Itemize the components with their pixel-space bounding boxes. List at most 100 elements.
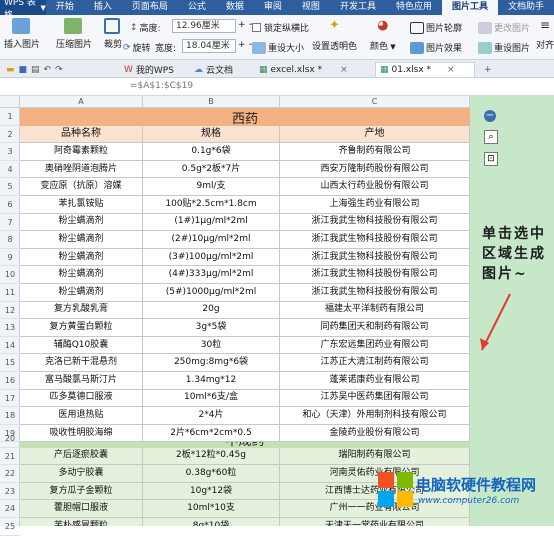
app-menu-button[interactable]: WPS 表格▼ [0, 0, 46, 21]
change-picture-button[interactable]: 更改图片 [478, 21, 530, 34]
minus-icon[interactable]: − [484, 110, 496, 122]
width-input[interactable]: 18.04厘米 [182, 39, 236, 53]
doc-tab-my-wps[interactable]: W 我的WPS [120, 62, 178, 77]
table-cell[interactable]: 8g*10袋 [143, 518, 280, 526]
row-header-2[interactable]: 2 [0, 126, 20, 144]
table-cell[interactable]: 芙朴感冒颗粒 [20, 518, 143, 526]
table-cell[interactable]: 复方乳酸乳膏 [20, 301, 143, 320]
table-cell[interactable]: 江苏正大清江制药有限公司 [280, 354, 470, 372]
row-header-11[interactable]: 11 [0, 284, 20, 302]
row-header-1[interactable]: 1 [0, 108, 20, 126]
column-a-header[interactable]: A [20, 96, 143, 108]
row-header-21[interactable]: 21 [0, 448, 20, 466]
tab-10[interactable]: 文档助手 [498, 0, 554, 15]
table-cell[interactable]: 浙江我武生物科技股份有限公司 [280, 231, 470, 249]
tab-0[interactable]: 开始 [46, 0, 84, 15]
row-header-18[interactable]: 18 [0, 407, 20, 425]
insert-picture-button[interactable]: 插入图片 [4, 18, 40, 50]
row-header-3[interactable]: 3 [0, 143, 20, 161]
reset-picture-button[interactable]: 重设图片 [478, 41, 530, 54]
compress-picture-button[interactable]: 压缩图片 [56, 18, 92, 50]
close-icon[interactable]: × [447, 65, 455, 75]
table-cell[interactable]: 上海强生药业有限公司 [280, 196, 470, 214]
table-cell[interactable]: 变应原（抗原）溶媒 [20, 178, 143, 196]
table-cell[interactable]: 克洛已新干混悬剂 [20, 354, 143, 372]
row-header-7[interactable]: 7 [0, 214, 20, 232]
table-cell[interactable]: 粉尘螨滴剂 [20, 284, 143, 302]
table-cell[interactable]: 匹多莫德口服液 [20, 389, 143, 408]
table-cell[interactable]: 苯扎氯铵贴 [20, 196, 143, 214]
formula-input[interactable]: =$A$1:$C$19 [130, 81, 193, 91]
row-header-22[interactable]: 22 [0, 465, 20, 483]
table-cell[interactable]: 浙江我武生物科技股份有限公司 [280, 284, 470, 302]
height-input[interactable]: 12.96厘米 [172, 19, 236, 33]
table-cell[interactable]: 30粒 [143, 336, 280, 355]
folder-icon[interactable]: ▬ [6, 65, 15, 75]
table-cell[interactable]: 富马酸氯马斯汀片 [20, 372, 143, 390]
crop-button[interactable]: 裁剪 [104, 18, 122, 50]
column-c-header[interactable]: C [280, 96, 470, 108]
table-cell[interactable]: 粉尘螨滴剂 [20, 248, 143, 267]
table-cell[interactable]: 产后逐瘀胶囊 [20, 447, 143, 466]
table-cell[interactable]: 250mg:8mg*6袋 [143, 354, 280, 372]
zoom-icon[interactable]: ⌕ [484, 130, 498, 144]
table-cell[interactable]: 吸收性明胶海绵 [20, 424, 143, 443]
tab-4[interactable]: 数据 [216, 0, 254, 15]
column-b-header[interactable]: B [143, 96, 280, 108]
table-cell[interactable]: 辅酶Q10胶囊 [20, 336, 143, 355]
row-header-6[interactable]: 6 [0, 196, 20, 214]
row-header-17[interactable]: 17 [0, 390, 20, 408]
table-cell[interactable]: 粉尘螨滴剂 [20, 266, 143, 284]
table-header-cell[interactable]: 品种名称 [20, 125, 143, 144]
row-header-12[interactable]: 12 [0, 302, 20, 320]
table-cell[interactable]: 江苏吴中医药集团有限公司 [280, 389, 470, 408]
row-header-23[interactable]: 23 [0, 483, 20, 501]
tab-5[interactable]: 审阅 [254, 0, 292, 15]
table-cell[interactable]: 山西太行药业股份有限公司 [280, 178, 470, 196]
table-cell[interactable]: 西安万隆制药股份有限公司 [280, 160, 470, 179]
table-cell[interactable]: 福建太平洋制药有限公司 [280, 301, 470, 320]
table-cell[interactable]: 多动宁胶囊 [20, 465, 143, 483]
row-header-15[interactable]: 15 [0, 354, 20, 372]
row-header-20[interactable]: 20 [0, 430, 20, 448]
tab-9[interactable]: 图片工具 [441, 0, 498, 15]
reset-size-button[interactable]: 重设大小 [252, 41, 304, 54]
doc-tab-01[interactable]: ▦ 01.xlsx * × [375, 62, 475, 77]
table-cell[interactable]: 金陵药业股份有限公司 [280, 424, 470, 443]
table-cell[interactable]: (4#)333μg/ml*2ml [143, 266, 280, 284]
tab-6[interactable]: 视图 [292, 0, 330, 15]
doc-tab-cloud[interactable]: ☁ 云文档 [190, 62, 237, 77]
color-button[interactable]: ◕ 颜色 ▼ [370, 18, 396, 52]
lock-ratio-checkbox[interactable]: 锁定纵横比 [252, 21, 309, 34]
row-header-25[interactable]: 25 [0, 518, 20, 536]
row-header-10[interactable]: 10 [0, 266, 20, 284]
tab-8[interactable]: 特色应用 [386, 0, 442, 15]
table-cell[interactable]: 和心（天津）外用制剂科技有限公司 [280, 407, 470, 425]
save-icon[interactable]: ■ [19, 65, 28, 75]
table-header-cell[interactable]: 规格 [143, 125, 280, 144]
table-cell[interactable]: 浙江我武生物科技股份有限公司 [280, 213, 470, 232]
close-icon[interactable]: × [340, 65, 348, 75]
table-cell[interactable]: 齐鲁制药有限公司 [280, 143, 470, 161]
row-header-9[interactable]: 9 [0, 249, 20, 267]
table-cell[interactable]: 10g*12袋 [143, 482, 280, 501]
table-cell[interactable]: 2板*12粒*0.45g [143, 447, 280, 466]
align-button[interactable]: ≡ 对齐 [536, 18, 554, 51]
select-all-corner[interactable] [0, 96, 20, 108]
table-cell[interactable]: 2片*6cm*2cm*0.5 [143, 424, 280, 443]
table-cell[interactable]: 0.1g*6袋 [143, 143, 280, 161]
print-icon[interactable]: ▤ [31, 65, 40, 75]
table-cell[interactable]: 浙江我武生物科技股份有限公司 [280, 248, 470, 267]
rotate-button[interactable]: ⟳ 旋转 [123, 41, 151, 55]
row-header-24[interactable]: 24 [0, 500, 20, 518]
table-cell[interactable]: (2#)10μg/ml*2ml [143, 231, 280, 249]
table-cell[interactable]: 医用退热贴 [20, 407, 143, 425]
tab-7[interactable]: 开发工具 [330, 0, 386, 15]
redo-icon[interactable]: ↷ [55, 65, 63, 75]
table-cell[interactable]: (3#)100μg/ml*2ml [143, 248, 280, 267]
row-header-5[interactable]: 5 [0, 178, 20, 196]
picture-outline-button[interactable]: 图片轮廓 [410, 21, 462, 34]
picture-effect-button[interactable]: 图片效果 [410, 41, 462, 54]
row-header-8[interactable]: 8 [0, 231, 20, 249]
table-cell[interactable]: 9ml/支 [143, 178, 280, 196]
